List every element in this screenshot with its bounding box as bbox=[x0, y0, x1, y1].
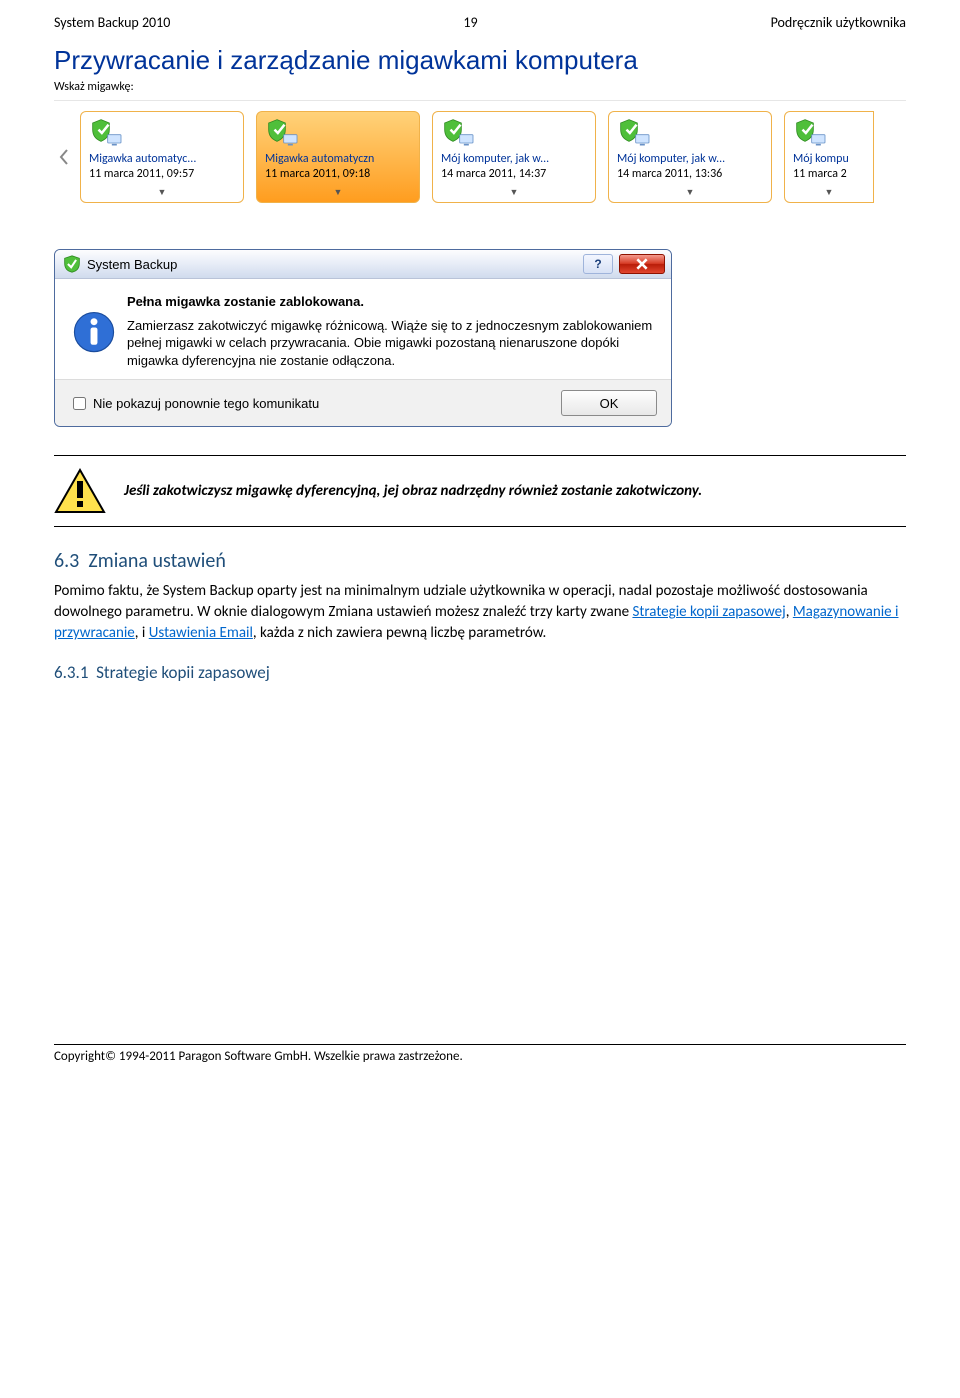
footer-divider bbox=[54, 1044, 906, 1045]
warning-text: Jeśli zakotwiczysz migawkę dyferencyjną,… bbox=[124, 481, 702, 501]
header-left: System Backup 2010 bbox=[54, 14, 170, 31]
ok-button[interactable]: OK bbox=[561, 390, 657, 416]
snapshot-row: Migawka automatyc... 11 marca 2011, 09:5… bbox=[54, 100, 906, 207]
snapshot-card-label: Mój komputer, jak w... bbox=[617, 152, 763, 166]
scroll-left-button[interactable] bbox=[54, 107, 74, 207]
snapshot-card-date: 14 marca 2011, 14:37 bbox=[441, 167, 587, 181]
close-button[interactable] bbox=[619, 254, 665, 274]
dont-show-again-input[interactable] bbox=[73, 397, 86, 410]
snapshot-cards: Migawka automatyc... 11 marca 2011, 09:5… bbox=[74, 107, 874, 207]
dialog-text: Pełna migawka zostanie zablokowana. Zami… bbox=[127, 293, 655, 369]
body-text: , i bbox=[135, 624, 149, 642]
dialog-titlebar: System Backup ? bbox=[55, 250, 671, 279]
dialog-message: Zamierzasz zakotwiczyć migawkę różnicową… bbox=[127, 317, 655, 370]
snapshot-manager-screenshot: Przywracanie i zarządzanie migawkami kom… bbox=[54, 45, 906, 207]
chevron-left-icon bbox=[59, 149, 69, 165]
header-right: Podręcznik użytkownika bbox=[771, 14, 906, 31]
snapshot-card-label: Mój komputer, jak w... bbox=[441, 152, 587, 166]
snapshot-card[interactable]: Migawka automatyc... 11 marca 2011, 09:5… bbox=[80, 111, 244, 203]
confirmation-dialog: System Backup ? Pełna migawka zostanie z… bbox=[54, 249, 672, 427]
snapshot-title: Przywracanie i zarządzanie migawkami kom… bbox=[54, 45, 906, 76]
link-backup-strategies[interactable]: Strategie kopii zapasowej bbox=[632, 603, 785, 621]
snapshot-card[interactable]: Migawka automatyczn 11 marca 2011, 09:18… bbox=[256, 111, 420, 203]
section-number: 6.3.1 bbox=[54, 662, 88, 683]
expand-chevron-icon[interactable]: ▼ bbox=[793, 187, 865, 198]
snapshot-card-date: 11 marca 2011, 09:57 bbox=[89, 167, 235, 181]
snapshot-card-label: Migawka automatyc... bbox=[89, 152, 235, 166]
page-footer: Copyright© 1994-2011 Paragon Software Gm… bbox=[0, 1031, 960, 1080]
link-email-settings[interactable]: Ustawienia Email bbox=[149, 624, 253, 642]
dont-show-again-checkbox[interactable]: Nie pokazuj ponownie tego komunikatu bbox=[69, 394, 319, 413]
divider bbox=[54, 455, 906, 456]
expand-chevron-icon[interactable]: ▼ bbox=[441, 187, 587, 198]
section-6-3-1-heading: 6.3.1 Strategie kopii zapasowej bbox=[54, 662, 906, 683]
snapshot-card-date: 11 marca 2 bbox=[793, 167, 865, 181]
snapshot-card-date: 14 marca 2011, 13:36 bbox=[617, 167, 763, 181]
shield-monitor-icon bbox=[441, 118, 475, 148]
expand-chevron-icon[interactable]: ▼ bbox=[89, 187, 235, 198]
shield-monitor-icon bbox=[265, 118, 299, 148]
snapshot-subtitle: Wskaż migawkę: bbox=[54, 80, 906, 94]
dialog-body: Pełna migawka zostanie zablokowana. Zami… bbox=[55, 279, 671, 379]
section-title: Zmiana ustawień bbox=[88, 549, 225, 573]
checkbox-label: Nie pokazuj ponownie tego komunikatu bbox=[93, 396, 319, 411]
section-number: 6.3 bbox=[54, 549, 79, 573]
header-page-number: 19 bbox=[463, 14, 477, 31]
help-button[interactable]: ? bbox=[583, 254, 613, 274]
confirmation-dialog-screenshot: System Backup ? Pełna migawka zostanie z… bbox=[54, 249, 906, 427]
dialog-heading: Pełna migawka zostanie zablokowana. bbox=[127, 293, 655, 311]
snapshot-card[interactable]: Mój komputer, jak w... 14 marca 2011, 13… bbox=[608, 111, 772, 203]
expand-chevron-icon[interactable]: ▼ bbox=[617, 187, 763, 198]
body-text: , bbox=[786, 603, 793, 621]
section-6-3-heading: 6.3 Zmiana ustawień bbox=[54, 549, 906, 573]
close-icon bbox=[635, 257, 649, 271]
shield-monitor-icon bbox=[793, 118, 827, 148]
dialog-footer: Nie pokazuj ponownie tego komunikatu OK bbox=[55, 379, 671, 426]
warning-note: Jeśli zakotwiczysz migawkę dyferencyjną,… bbox=[54, 468, 906, 514]
expand-chevron-icon[interactable]: ▼ bbox=[265, 187, 411, 198]
shield-monitor-icon bbox=[89, 118, 123, 148]
warning-triangle-icon bbox=[54, 468, 106, 514]
snapshot-card-label: Migawka automatyczn bbox=[265, 152, 411, 166]
snapshot-card[interactable]: Mój komputer, jak w... 14 marca 2011, 14… bbox=[432, 111, 596, 203]
section-6-3-body: Pomimo faktu, że System Backup oparty je… bbox=[54, 581, 906, 644]
shield-icon bbox=[63, 255, 81, 273]
section-title: Strategie kopii zapasowej bbox=[96, 662, 270, 683]
dialog-title: System Backup bbox=[87, 257, 177, 272]
snapshot-card-label: Mój kompu bbox=[793, 152, 865, 166]
body-text: , każda z nich zawiera pewną liczbę para… bbox=[253, 624, 546, 642]
snapshot-card-date: 11 marca 2011, 09:18 bbox=[265, 167, 411, 181]
shield-monitor-icon bbox=[617, 118, 651, 148]
snapshot-card[interactable]: Mój kompu 11 marca 2 ▼ bbox=[784, 111, 874, 203]
page-header: System Backup 2010 19 Podręcznik użytkow… bbox=[0, 0, 960, 37]
divider bbox=[54, 526, 906, 527]
copyright-text: Copyright© 1994-2011 Paragon Software Gm… bbox=[54, 1049, 463, 1064]
info-icon bbox=[71, 295, 117, 369]
